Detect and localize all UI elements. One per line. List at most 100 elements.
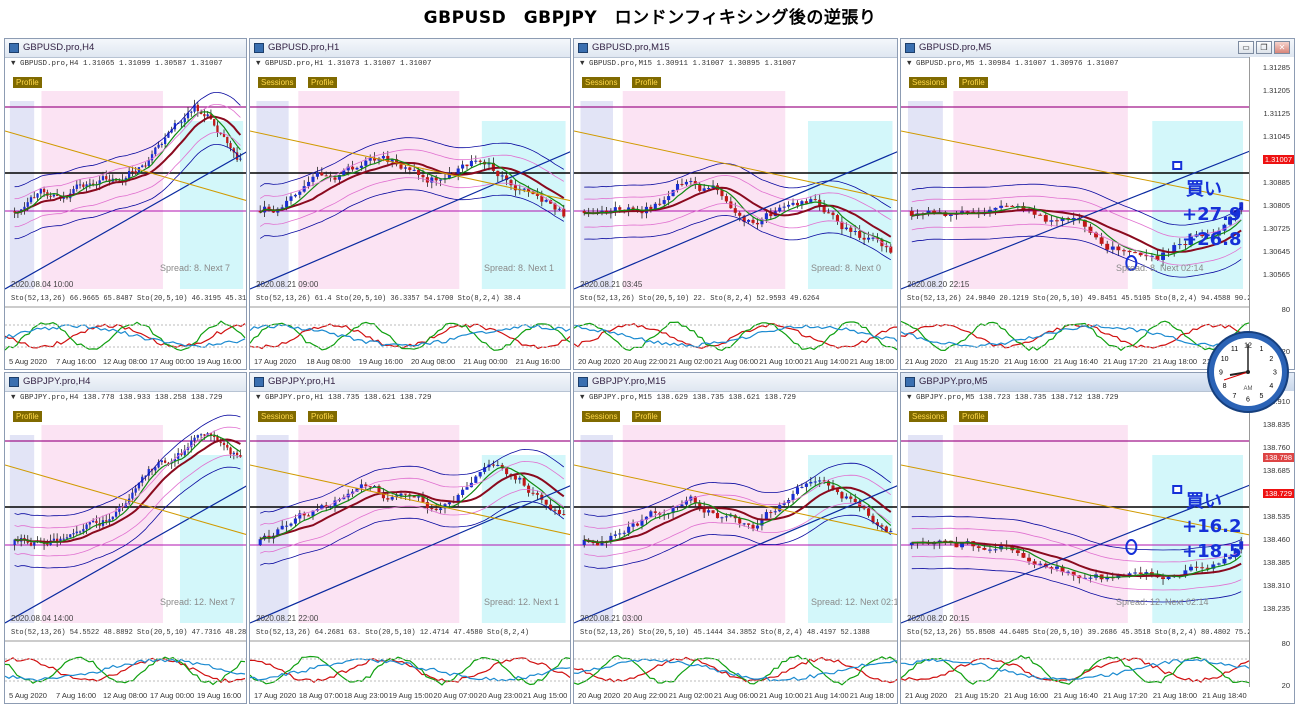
chart-plot-area[interactable] (5, 57, 246, 369)
time-axis-label: 21 Aug 16:40 (1053, 691, 1098, 700)
candle (976, 546, 981, 548)
time-axis-label: 21 Aug 18:00 (1152, 357, 1198, 366)
candle (456, 168, 460, 175)
candle (544, 499, 548, 505)
price-axis[interactable]: 138.910138.835138.760138.685138.610138.5… (1249, 391, 1294, 690)
candle (408, 167, 412, 170)
symbol-ohlc-label: ▼ GBPUSD.pro,M5 1.30984 1.31007 1.30976 … (907, 60, 1119, 68)
profile-button[interactable]: Profile (308, 77, 337, 88)
chart-plot-area[interactable] (5, 391, 246, 703)
chart-plot-area[interactable] (574, 57, 897, 369)
time-axis-label: 7 Aug 16:00 (56, 357, 97, 366)
candle (289, 196, 293, 201)
stochastic-label: Sto(52,13,26) 61.4 Sto(20,5,10) 36.3357 … (256, 295, 521, 303)
window-title-bar[interactable]: GBPUSD.pro,H4 (5, 39, 246, 58)
candle (618, 207, 622, 210)
profile-button[interactable]: Profile (632, 77, 661, 88)
candle (183, 118, 186, 123)
candle (1049, 220, 1054, 222)
chart-plot-area[interactable] (250, 57, 570, 369)
candle (769, 512, 773, 514)
candle (1166, 576, 1171, 580)
candle (557, 208, 561, 210)
window-title-bar[interactable]: GBPJPY.pro,H4 (5, 373, 246, 392)
window-title-bar[interactable]: GBPUSD.pro,M5 ▭ ❐ ✕ (901, 39, 1294, 58)
chart-window-gbpjpy-pro-h4[interactable]: GBPJPY.pro,H4 ▼ GBPJPY.pro,H4 138.778 138… (4, 372, 247, 704)
sessions-button[interactable]: Sessions (258, 411, 297, 422)
current-price-marker: 1.31007 (1262, 155, 1294, 164)
candle (114, 511, 118, 517)
minimize-button[interactable]: ▭ (1238, 41, 1254, 54)
price-chart-svg (5, 91, 246, 352)
chart-window-gbpjpy-pro-m5[interactable]: GBPJPY.pro,M5 ▼ GBPJPY.pro,M5 138.723 138… (900, 372, 1295, 704)
candle (795, 202, 800, 206)
chart-plot-area[interactable] (574, 391, 897, 703)
profile-button[interactable]: Profile (308, 411, 337, 422)
profile-button[interactable]: Profile (959, 77, 988, 88)
sessions-button[interactable]: Sessions (582, 77, 621, 88)
chart-window-gbpjpy-pro-m15[interactable]: GBPJPY.pro,M15 ▼ GBPJPY.pro,M15 138.629 1… (573, 372, 898, 704)
window-title-bar[interactable]: GBPUSD.pro,H1 (250, 39, 570, 58)
sessions-button[interactable]: Sessions (909, 411, 948, 422)
chart-window-gbpusd-pro-h1[interactable]: GBPUSD.pro,H1 ▼ GBPUSD.pro,H1 1.31073 1.3… (249, 38, 571, 370)
candle (804, 483, 808, 487)
restore-button[interactable]: ❐ (1256, 41, 1272, 54)
candle (684, 181, 688, 185)
candle (222, 442, 226, 445)
candle (1004, 205, 1009, 207)
candle (562, 208, 566, 217)
chart-window-gbpusd-pro-m15[interactable]: GBPUSD.pro,M15 ▼ GBPUSD.pro,M15 1.30911 1… (573, 38, 898, 370)
candle (333, 177, 337, 180)
candle (613, 534, 617, 536)
chart-window-gbpusd-pro-h4[interactable]: GBPUSD.pro,H4 ▼ GBPUSD.pro,H4 1.31065 1.3… (4, 38, 247, 370)
candle (141, 165, 144, 168)
candle (403, 493, 407, 495)
candle (800, 486, 804, 488)
candle (131, 170, 134, 172)
time-axis-label: 21 Aug 06:00 (713, 357, 759, 366)
stochastic-line (574, 324, 897, 348)
candle (29, 542, 33, 546)
profile-button[interactable]: Profile (13, 411, 42, 422)
window-title: GBPJPY.pro,M5 (919, 376, 988, 387)
profile-button[interactable]: Profile (959, 411, 988, 422)
sessions-button[interactable]: Sessions (582, 411, 621, 422)
candle (844, 227, 848, 230)
clock-number: 4 (1269, 383, 1273, 390)
sessions-button[interactable]: Sessions (909, 77, 948, 88)
stochastic-label: Sto(52,13,26) 54.5522 48.8892 Sto(20,5,1… (11, 629, 247, 637)
stochastic-label: Sto(52,13,26) 24.9840 20.1219 Sto(20,5,1… (907, 295, 1265, 303)
window-title-bar[interactable]: GBPJPY.pro,M15 (574, 373, 897, 392)
buy-profit-1: +16.2 (1182, 516, 1242, 537)
chart-window-gbpjpy-pro-h1[interactable]: GBPJPY.pro,H1 ▼ GBPJPY.pro,H1 138.735 138… (249, 372, 571, 704)
candle (311, 176, 315, 182)
candle (982, 547, 987, 550)
price-axis-label: 1.30565 (1262, 270, 1290, 279)
chart-window-icon (578, 377, 588, 387)
chart-plot-area[interactable] (250, 391, 570, 703)
candle (840, 492, 844, 499)
candle (447, 502, 451, 505)
candle (795, 487, 800, 494)
candle (239, 158, 242, 160)
close-button[interactable]: ✕ (1274, 41, 1290, 54)
candle (667, 196, 671, 201)
session-zone (298, 91, 460, 289)
profile-button[interactable]: Profile (13, 77, 42, 88)
price-axis[interactable]: 1.312851.312051.311251.310451.309651.308… (1249, 57, 1294, 356)
spread-label: Spread: 12. Next 02:14 (811, 597, 898, 607)
window-title-bar[interactable]: GBPJPY.pro,H1 (250, 373, 570, 392)
time-axis-label: 17 Aug 2020 (254, 691, 297, 700)
chart-window-gbpusd-pro-m5[interactable]: GBPUSD.pro,M5 ▭ ❐ ✕ ▼ GBPUSD.pro,M5 1.30984 … (900, 38, 1295, 370)
time-axis-label: 18 Aug 23:00 (343, 691, 388, 700)
profile-button[interactable]: Profile (632, 411, 661, 422)
sessions-button[interactable]: Sessions (258, 77, 297, 88)
time-axis-label: 5 Aug 2020 (9, 357, 47, 366)
spread-label: Spread: 12. Next 7 (160, 597, 236, 607)
session-zone (907, 101, 943, 289)
window-title-bar[interactable]: GBPUSD.pro,M15 (574, 39, 897, 58)
candle (75, 184, 78, 189)
price-axis-label: 138.235 (1262, 604, 1290, 613)
candle (849, 496, 853, 499)
candle (82, 529, 85, 532)
